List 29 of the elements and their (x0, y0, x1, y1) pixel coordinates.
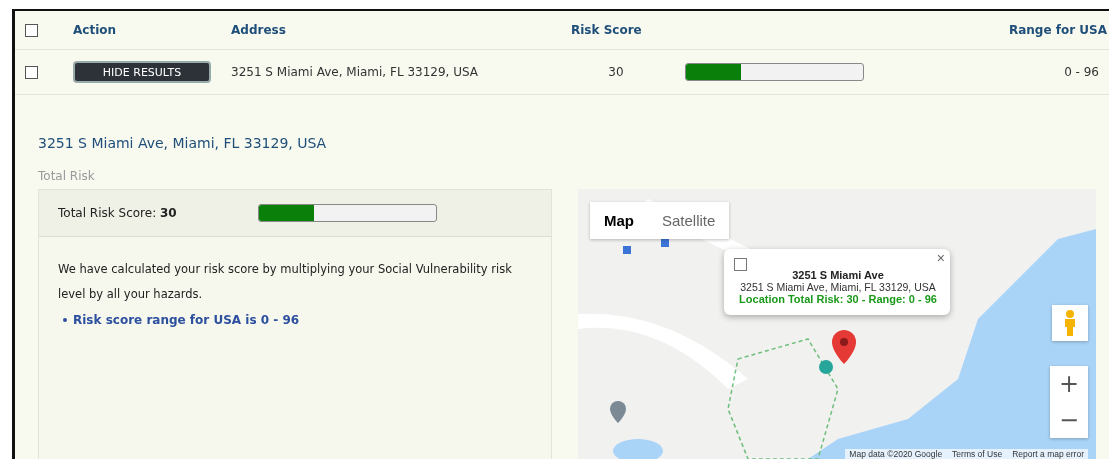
range-cell: 0 - 96 (1064, 65, 1099, 79)
column-header: Range for USA (1007, 23, 1108, 37)
map-attribution: Map data ©2020 Google (849, 449, 943, 459)
hide-results-button[interactable]: HIDE RESULTS (73, 61, 211, 84)
select-all-checkbox[interactable] (25, 23, 38, 37)
person-icon (1063, 310, 1077, 336)
address-title: 3251 S Miami Ave, Miami, FL 33129, USA (38, 135, 328, 151)
range-note: Risk score range for USA is 0 - 96 (73, 313, 300, 327)
popup-risk: Location Total Risk: 30 - Range: 0 - 96 (738, 293, 938, 305)
address-cell-text: 3251 S Miami Ave, Miami, FL 33129, USA (231, 65, 479, 79)
map-type-tab[interactable]: Map (590, 202, 648, 239)
popup-address: 3251 S Miami Ave, Miami, FL 33129, USA (739, 281, 937, 293)
zoom-out-button[interactable]: − (1050, 402, 1088, 438)
row-checkbox[interactable] (25, 65, 38, 79)
risk-score-cell-text: 30 (607, 65, 625, 79)
popup-title: 3251 S Miami Ave (791, 269, 885, 281)
column-header: Action (73, 23, 118, 37)
section-label: Total Risk (38, 169, 96, 183)
map-footer-link[interactable]: Report a map error (1012, 449, 1084, 459)
column-header: Address (231, 23, 287, 37)
map-footer-link[interactable]: Terms of Use (952, 449, 1003, 459)
close-button[interactable]: × (936, 250, 945, 266)
description-text: We have calculated your risk score by multiplying your Social Vulnerability risk level by all your hazards. (58, 261, 513, 303)
bullet-icon (63, 318, 67, 322)
zoom-in-button[interactable]: + (1050, 366, 1088, 402)
map-type-tab[interactable]: Satellite (648, 202, 730, 239)
popup-checkbox[interactable] (734, 258, 747, 271)
column-header: Risk Score (571, 23, 643, 37)
total-risk-score: Total Risk Score: 30 (58, 206, 178, 220)
